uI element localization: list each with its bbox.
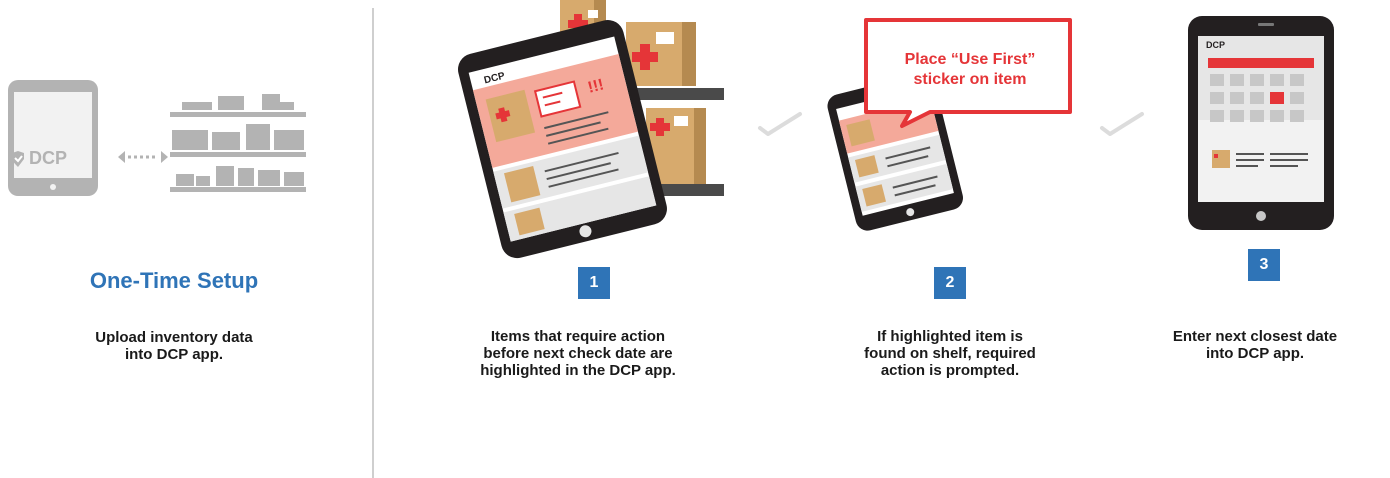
setup-caption: Upload inventory data into DCP app. — [24, 329, 324, 363]
step-caption: If highlighted item is found on shelf, r… — [800, 328, 1100, 379]
tablet-dcp-logo: DCP — [1206, 40, 1225, 50]
step-caption: Enter next closest date into DCP app. — [1120, 328, 1390, 362]
step-caption-line: Enter next closest date — [1172, 328, 1338, 345]
speech-bubble-line: sticker on item — [913, 71, 1027, 88]
step-caption: Items that require action before next ch… — [428, 328, 728, 379]
dcp-shield-icon — [12, 150, 24, 167]
step-caption-line: into DCP app. — [1205, 345, 1305, 362]
dcp-logo: DCP — [10, 148, 67, 169]
dcp-logo-text: DCP — [29, 148, 68, 168]
step-caption-line: found on shelf, required — [864, 345, 1036, 362]
step-caption-line: highlighted in the DCP app. — [480, 362, 676, 379]
setup-section: DCP One-Time Setup Upload inventory data… — [0, 0, 372, 478]
bidirectional-dotted-arrow-icon — [118, 151, 168, 163]
dcp-logo-text: DCP — [1206, 40, 1226, 50]
shelves-icon — [170, 94, 306, 192]
step-1: DCP !!! 1 Items that require action befo… — [374, 0, 754, 478]
check-mark-icon — [758, 112, 802, 136]
setup-caption-line: into DCP app. — [124, 346, 224, 363]
speech-bubble-text: Place “Use First” sticker on item — [870, 50, 1070, 90]
step-3: DCP 3 Enter next closest date into DCP a… — [1120, 0, 1390, 478]
step-badge: 3 — [1248, 249, 1280, 281]
step-badge: 2 — [934, 267, 966, 299]
tablet-icon — [8, 80, 98, 196]
step-caption-line: action is prompted. — [880, 362, 1020, 379]
speech-bubble-line: Place “Use First” — [904, 51, 1036, 68]
setup-title: One-Time Setup — [89, 268, 259, 293]
setup-caption-line: Upload inventory data — [95, 329, 253, 346]
step-caption-line: If highlighted item is — [877, 328, 1023, 345]
step-badge: 1 — [578, 267, 610, 299]
tablet-app-illustration — [457, 20, 667, 259]
step-caption-line: before next check date are — [483, 345, 673, 362]
step-caption-line: Items that require action — [490, 328, 666, 345]
step-2: Place “Use First” sticker on item 2 If h… — [800, 0, 1100, 478]
